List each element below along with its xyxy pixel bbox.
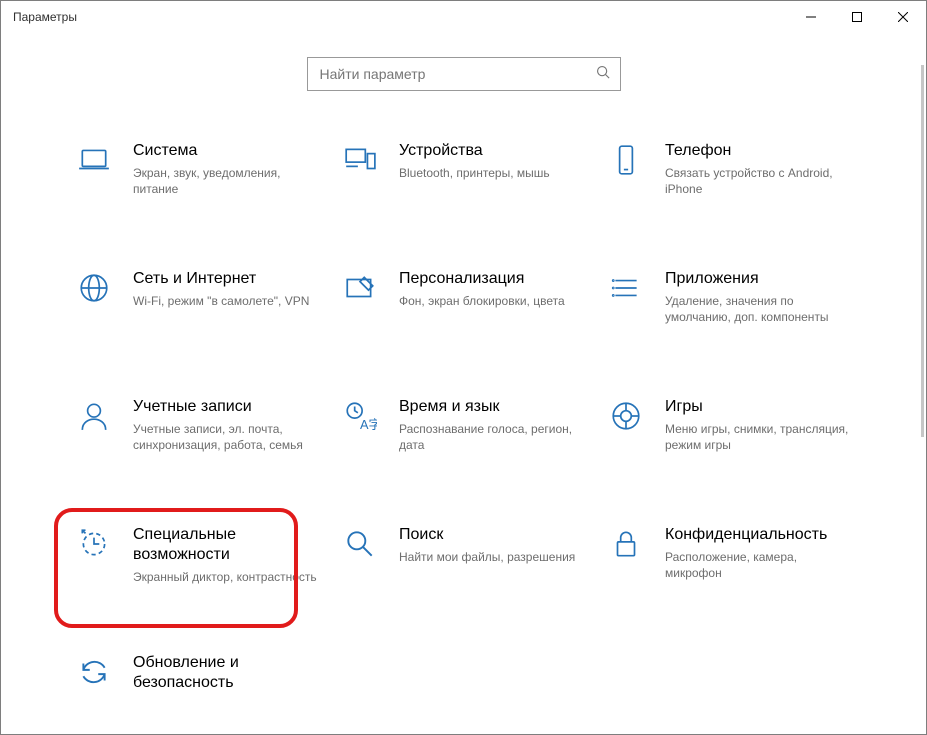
person-icon bbox=[77, 399, 111, 438]
window-title: Параметры bbox=[13, 10, 77, 24]
category-title: Сеть и Интернет bbox=[133, 269, 321, 289]
category-desc: Расположение, камера, микрофон bbox=[665, 549, 853, 581]
laptop-icon bbox=[77, 143, 111, 182]
ease-of-access-icon bbox=[77, 527, 111, 566]
apps-icon bbox=[609, 271, 643, 310]
search-input[interactable] bbox=[318, 65, 588, 83]
maximize-button[interactable] bbox=[834, 1, 880, 33]
gaming-icon bbox=[609, 399, 643, 438]
category-timelang[interactable]: A字 Время и язык Распознавание голоса, ре… bbox=[343, 397, 609, 525]
category-desc: Bluetooth, принтеры, мышь bbox=[399, 165, 587, 181]
svg-text:A字: A字 bbox=[360, 417, 377, 432]
close-button[interactable] bbox=[880, 1, 926, 33]
category-desc: Wi-Fi, режим "в самолете", VPN bbox=[133, 293, 321, 309]
scrollbar[interactable] bbox=[921, 65, 924, 437]
category-title: Конфиденциальность bbox=[665, 525, 853, 545]
category-accounts[interactable]: Учетные записи Учетные записи, эл. почта… bbox=[77, 397, 343, 525]
category-title: Время и язык bbox=[399, 397, 587, 417]
search-box[interactable] bbox=[307, 57, 621, 91]
category-desc: Связать устройство с Android, iPhone bbox=[665, 165, 853, 197]
category-update[interactable]: Обновление и безопасность bbox=[77, 653, 343, 713]
category-title: Устройства bbox=[399, 141, 587, 161]
category-title: Обновление и безопасность bbox=[133, 653, 321, 693]
category-desc: Экран, звук, уведомления, питание bbox=[133, 165, 321, 197]
category-title: Система bbox=[133, 141, 321, 161]
category-ease-of-access[interactable]: Специальные возможности Экранный диктор,… bbox=[77, 525, 343, 653]
category-network[interactable]: Сеть и Интернет Wi-Fi, режим "в самолете… bbox=[77, 269, 343, 397]
category-personalization[interactable]: Персонализация Фон, экран блокировки, цв… bbox=[343, 269, 609, 397]
category-search[interactable]: Поиск Найти мои файлы, разрешения bbox=[343, 525, 609, 653]
category-title: Игры bbox=[665, 397, 853, 417]
category-desc: Распознавание голоса, регион, дата bbox=[399, 421, 587, 453]
category-desc: Экранный диктор, контрастность bbox=[133, 569, 321, 585]
category-privacy[interactable]: Конфиденциальность Расположение, камера,… bbox=[609, 525, 875, 653]
devices-icon bbox=[343, 143, 377, 182]
search-icon bbox=[596, 65, 610, 84]
phone-icon bbox=[609, 143, 643, 182]
category-title: Телефон bbox=[665, 141, 853, 161]
category-desc: Учетные записи, эл. почта, синхронизация… bbox=[133, 421, 321, 453]
category-title: Персонализация bbox=[399, 269, 587, 289]
time-language-icon: A字 bbox=[343, 399, 377, 438]
category-title: Специальные возможности bbox=[133, 525, 321, 565]
category-title: Поиск bbox=[399, 525, 587, 545]
category-devices[interactable]: Устройства Bluetooth, принтеры, мышь bbox=[343, 141, 609, 269]
title-bar: Параметры bbox=[1, 1, 926, 33]
category-gaming[interactable]: Игры Меню игры, снимки, трансляция, режи… bbox=[609, 397, 875, 525]
category-phone[interactable]: Телефон Связать устройство с Android, iP… bbox=[609, 141, 875, 269]
settings-grid: Система Экран, звук, уведомления, питани… bbox=[77, 141, 877, 713]
category-title: Приложения bbox=[665, 269, 853, 289]
category-system[interactable]: Система Экран, звук, уведомления, питани… bbox=[77, 141, 343, 269]
search-category-icon bbox=[343, 527, 377, 566]
update-icon bbox=[77, 655, 111, 694]
category-desc: Фон, экран блокировки, цвета bbox=[399, 293, 587, 309]
category-title: Учетные записи bbox=[133, 397, 321, 417]
lock-icon bbox=[609, 527, 643, 566]
category-apps[interactable]: Приложения Удаление, значения по умолчан… bbox=[609, 269, 875, 397]
minimize-button[interactable] bbox=[788, 1, 834, 33]
category-desc: Меню игры, снимки, трансляция, режим игр… bbox=[665, 421, 853, 453]
category-desc: Удаление, значения по умолчанию, доп. ко… bbox=[665, 293, 853, 325]
category-desc: Найти мои файлы, разрешения bbox=[399, 549, 587, 565]
globe-icon bbox=[77, 271, 111, 310]
personalization-icon bbox=[343, 271, 377, 310]
